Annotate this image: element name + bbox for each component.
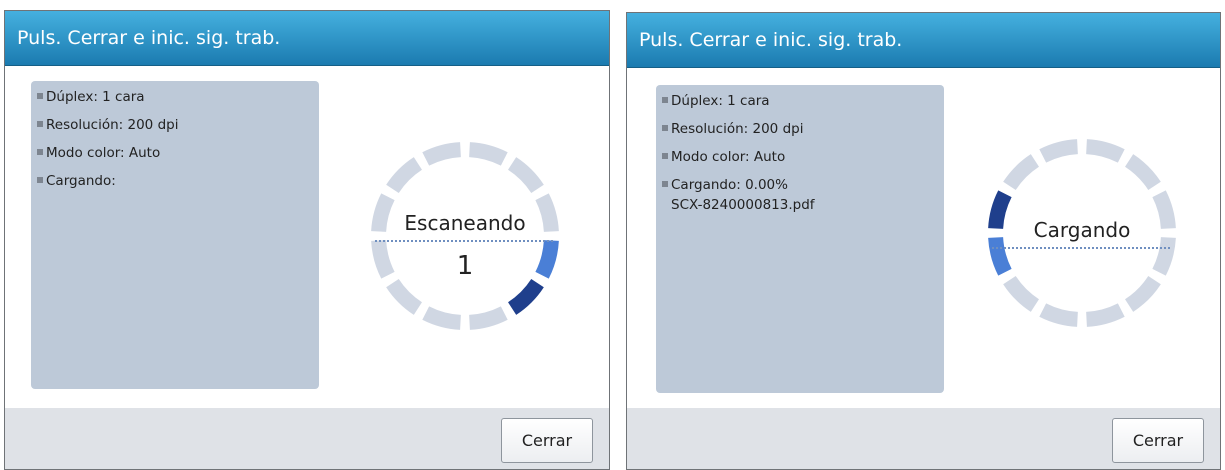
bullet-icon [662,181,668,187]
bullet-icon [37,177,43,183]
duplex-info: Dúplex: 1 cara [37,87,319,115]
job-info-box: Dúplex: 1 cara Resolución: 200 dpi Modo … [656,85,944,393]
progress-segment [1152,237,1176,276]
status-label: Cargando [1034,218,1131,242]
duplex-info: Dúplex: 1 cara [662,91,944,119]
close-button[interactable]: Cerrar [1112,418,1204,463]
bullet-icon [37,121,43,127]
progress-segment [1003,154,1039,190]
progress-segment [988,237,1012,276]
progress-segment [1125,154,1161,190]
progress-segment [371,193,395,232]
progress-segment [1125,276,1161,312]
job-info-list: Dúplex: 1 cara Resolución: 200 dpi Modo … [31,81,319,191]
color-mode-info: Modo color: Auto [37,143,319,171]
progress-segment [1039,139,1078,163]
panel-title: Puls. Cerrar e inic. sig. trab. [5,11,609,66]
bottom-bar: Cerrar [627,408,1220,469]
progress-segment [469,142,508,166]
progress-segment [508,157,544,193]
progress-segment [386,157,422,193]
bottom-bar: Cerrar [5,408,609,469]
progress-segment [422,142,461,166]
progress-segment [1086,303,1125,327]
bullet-icon [37,93,43,99]
progress-segment [508,279,544,315]
progress-segment [422,306,461,330]
scan-status-panel-left: Puls. Cerrar e inic. sig. trab. Dúplex: … [4,10,610,470]
color-mode-info: Modo color: Auto [662,147,944,175]
panel-title: Puls. Cerrar e inic. sig. trab. [627,13,1220,68]
bullet-icon [37,149,43,155]
progress-segment [1003,276,1039,312]
progress-segment [535,193,559,232]
bullet-icon [662,153,668,159]
upload-progress-ring: Cargando [988,139,1176,327]
scan-status-panel-right: Puls. Cerrar e inic. sig. trab. Dúplex: … [626,12,1221,470]
progress-segment [1039,303,1078,327]
bullet-icon [662,97,668,103]
progress-segment [535,240,559,279]
close-button[interactable]: Cerrar [501,418,593,463]
resolution-info: Resolución: 200 dpi [662,119,944,147]
job-info-box: Dúplex: 1 cara Resolución: 200 dpi Modo … [31,81,319,389]
loading-info: Cargando: [37,171,319,191]
progress-segment [1152,190,1176,229]
page-count: 1 [457,251,474,281]
progress-segment [386,279,422,315]
progress-segment [469,306,508,330]
loading-info: Cargando: 0.00% SCX-8240000813.pdf [662,175,944,215]
job-info-list: Dúplex: 1 cara Resolución: 200 dpi Modo … [656,85,944,215]
progress-segment [988,190,1012,229]
file-name: SCX-8240000813.pdf [671,197,815,213]
progress-segment [1086,139,1125,163]
bullet-icon [662,125,668,131]
status-label: Escaneando [404,211,525,235]
progress-segment [371,240,395,279]
resolution-info: Resolución: 200 dpi [37,115,319,143]
scan-progress-ring: Escaneando 1 [371,142,559,330]
